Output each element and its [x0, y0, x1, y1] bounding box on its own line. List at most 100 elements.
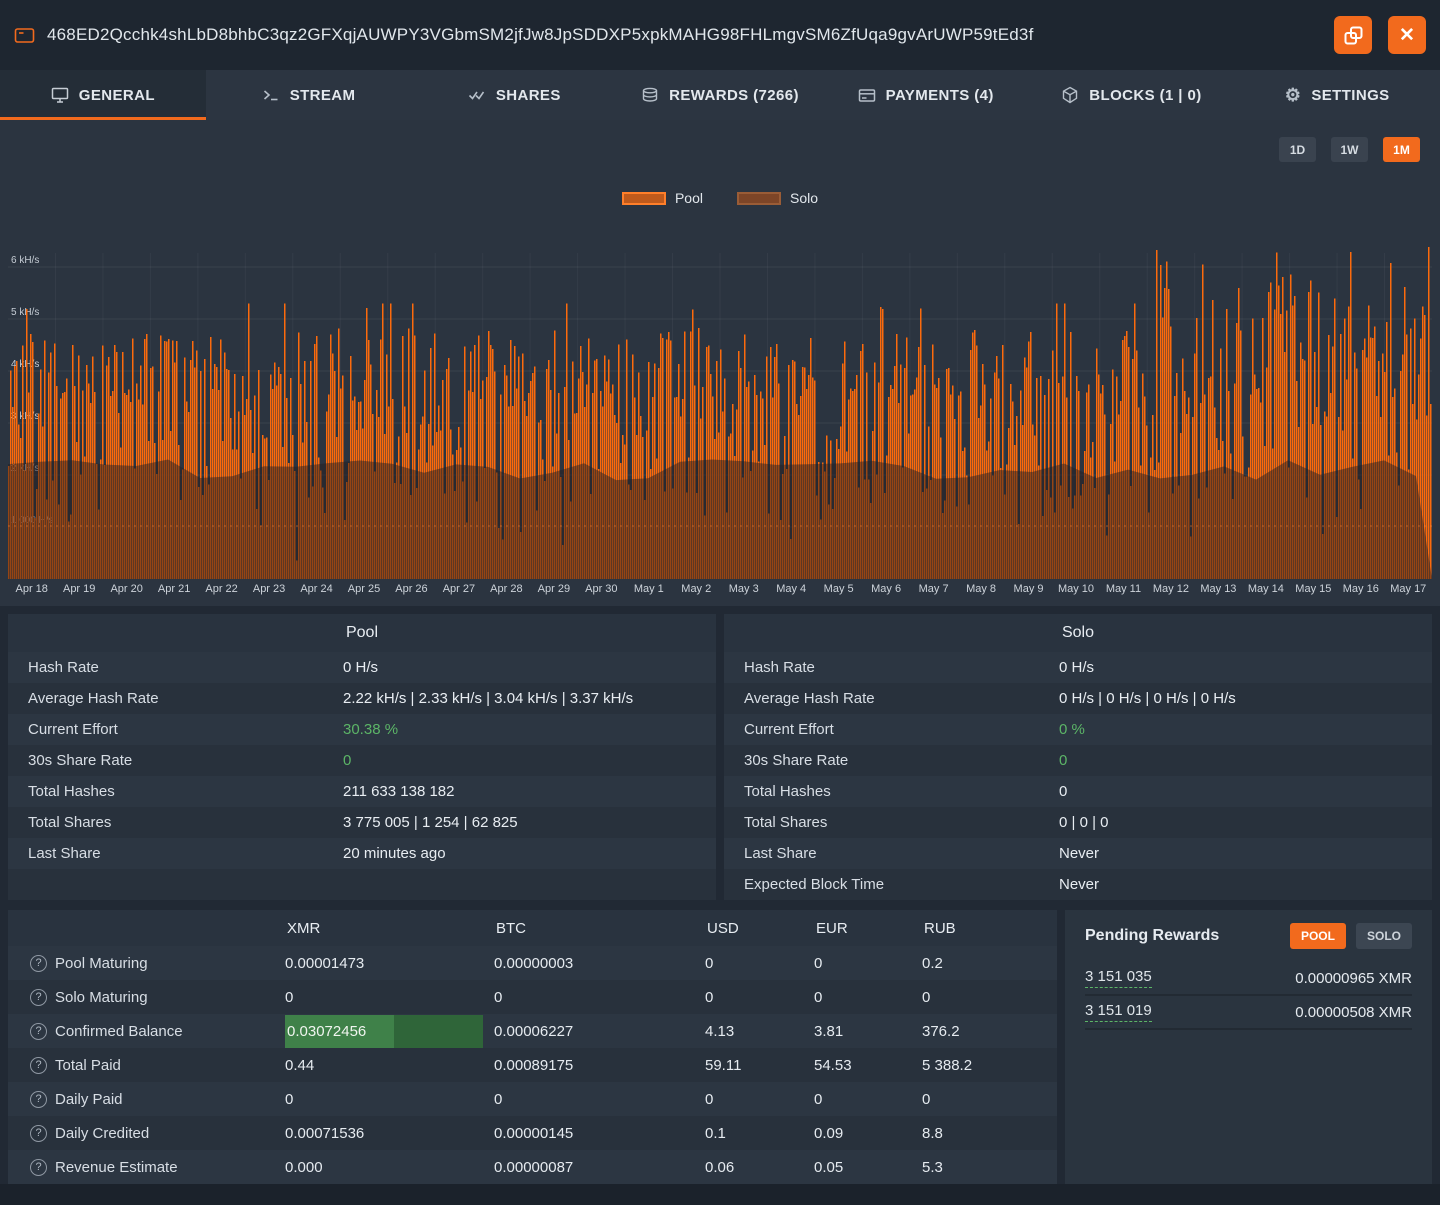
stat-value: 2.22 kH/s | 2.33 kH/s | 3.04 kH/s | 3.37…: [343, 690, 633, 707]
cell-btc: 0.00000003: [494, 955, 705, 972]
column-header-xmr: XMR: [285, 920, 494, 937]
hashrate-chart[interactable]: 6 kH/s5 kH/s4 kH/s3 kH/s2 kH/s1 000 H/s: [8, 235, 1432, 580]
tab-label: STREAM: [290, 87, 356, 104]
table-row-revenue-estimate: ?Revenue Estimate 0.000 0.00000087 0.06 …: [8, 1150, 1057, 1184]
cube-icon: [1061, 86, 1079, 104]
cell-usd: 0: [705, 1091, 814, 1108]
x-axis-label: May 15: [1295, 583, 1331, 595]
stat-label: Total Shares: [744, 814, 1059, 831]
cell-usd: 4.13: [705, 1023, 814, 1040]
balance-table-header: XMR BTC USD EUR RUB: [8, 910, 1057, 946]
legend-item-pool[interactable]: Pool: [622, 190, 703, 206]
stat-row-total-hashes: Total Hashes0: [724, 776, 1432, 807]
cell-rub: 5.3: [922, 1159, 1057, 1176]
cell-xmr: 0.00071536: [285, 1125, 494, 1142]
tab-label: PAYMENTS (4): [886, 87, 994, 104]
cell-xmr: 0: [285, 1091, 494, 1108]
pending-pool-button[interactable]: POOL: [1290, 923, 1346, 949]
hashrate-chart-svg: 6 kH/s5 kH/s4 kH/s3 kH/s2 kH/s1 000 H/s: [8, 235, 1432, 580]
cell-btc: 0.00006227: [494, 1023, 705, 1040]
help-icon[interactable]: ?: [30, 1057, 47, 1074]
tab-label: GENERAL: [79, 87, 155, 104]
stat-row-last-share: Last Share20 minutes ago: [8, 838, 716, 869]
tab-general[interactable]: GENERAL: [0, 70, 206, 120]
stat-value: 0 %: [1059, 721, 1085, 738]
stat-label: Last Share: [28, 845, 343, 862]
range-1d-button[interactable]: 1D: [1279, 137, 1316, 162]
legend-item-solo[interactable]: Solo: [737, 190, 818, 206]
cell-usd: 0.06: [705, 1159, 814, 1176]
cell-xmr: 0.00001473: [285, 955, 494, 972]
pending-rewards-header: Pending Rewards POOL SOLO: [1085, 910, 1412, 962]
stat-value: Never: [1059, 845, 1099, 862]
cell-eur: 0: [814, 1091, 922, 1108]
close-button[interactable]: ✕: [1388, 16, 1426, 54]
tab-payments[interactable]: PAYMENTS (4): [823, 70, 1029, 120]
column-header-btc: BTC: [494, 920, 705, 937]
chart-x-axis: Apr 18Apr 19Apr 20Apr 21Apr 22Apr 23Apr …: [8, 580, 1432, 602]
footer-bar: [0, 1184, 1440, 1205]
chart-legend: Pool Solo: [0, 188, 1440, 208]
stat-value: 0: [343, 752, 351, 769]
pending-amount: 0.00000965 XMR: [1295, 970, 1412, 987]
x-axis-label: May 1: [634, 583, 664, 595]
block-height-link[interactable]: 3 151 019: [1085, 1002, 1152, 1022]
tab-settings[interactable]: ⚙ SETTINGS: [1234, 70, 1440, 120]
table-row-daily-credited: ?Daily Credited 0.00071536 0.00000145 0.…: [8, 1116, 1057, 1150]
x-axis-label: Apr 23: [253, 583, 285, 595]
y-axis-label: 5 kH/s: [11, 307, 39, 318]
x-axis-label: Apr 24: [300, 583, 332, 595]
cell-xmr: 0.44: [285, 1057, 494, 1074]
tab-rewards[interactable]: REWARDS (7266): [617, 70, 823, 120]
stat-label: Average Hash Rate: [744, 690, 1059, 707]
row-label: Daily Credited: [55, 1125, 149, 1142]
stat-label: Hash Rate: [28, 659, 343, 676]
help-icon[interactable]: ?: [30, 955, 47, 972]
cell-btc: 0.00000087: [494, 1159, 705, 1176]
tab-shares[interactable]: SHARES: [411, 70, 617, 120]
tab-blocks[interactable]: BLOCKS (1 | 0): [1029, 70, 1235, 120]
copy-address-button[interactable]: [1334, 16, 1372, 54]
address-icon: [14, 26, 35, 45]
help-icon[interactable]: ?: [30, 1091, 47, 1108]
help-icon[interactable]: ?: [30, 1125, 47, 1142]
pool-stats-table: Pool Hash Rate0 H/s Average Hash Rate2.2…: [8, 614, 716, 900]
miner-dashboard: 468ED2Qcchk4shLbD8bhbC3qz2GFXqjAUWPY3VGb…: [0, 0, 1440, 1205]
help-icon[interactable]: ?: [30, 1023, 47, 1040]
table-row-total-paid: ?Total Paid 0.44 0.00089175 59.11 54.53 …: [8, 1048, 1057, 1082]
help-icon[interactable]: ?: [30, 989, 47, 1006]
cell-rub: 376.2: [922, 1023, 1057, 1040]
help-icon[interactable]: ?: [30, 1159, 47, 1176]
x-axis-label: Apr 26: [395, 583, 427, 595]
balance-table: XMR BTC USD EUR RUB ?Pool Maturing 0.000…: [8, 910, 1057, 1184]
pending-solo-button[interactable]: SOLO: [1356, 923, 1412, 949]
cell-usd: 0: [705, 955, 814, 972]
column-header-eur: EUR: [814, 920, 922, 937]
stat-label: Total Shares: [28, 814, 343, 831]
range-1m-button[interactable]: 1M: [1383, 137, 1420, 162]
cell-eur: 0.09: [814, 1125, 922, 1142]
x-axis-label: Apr 27: [443, 583, 475, 595]
coins-icon: [641, 87, 659, 104]
cell-rub: 0: [922, 989, 1057, 1006]
x-axis-label: May 2: [681, 583, 711, 595]
x-axis-label: May 11: [1106, 583, 1141, 595]
cell-xmr: 0: [285, 989, 494, 1006]
stat-value: 0 H/s | 0 H/s | 0 H/s | 0 H/s: [1059, 690, 1236, 707]
pending-rewards-panel: Pending Rewards POOL SOLO 3 151 035 0.00…: [1065, 910, 1432, 1184]
stat-row-hash-rate: Hash Rate0 H/s: [724, 652, 1432, 683]
stat-label: Average Hash Rate: [28, 690, 343, 707]
tab-stream[interactable]: STREAM: [206, 70, 412, 120]
pending-rewards-title: Pending Rewards: [1085, 927, 1280, 945]
stat-row-30s-share-rate: 30s Share Rate0: [8, 745, 716, 776]
x-axis-label: Apr 28: [490, 583, 522, 595]
range-1w-button[interactable]: 1W: [1331, 137, 1368, 162]
row-label: Daily Paid: [55, 1091, 123, 1108]
cell-usd: 0.1: [705, 1125, 814, 1142]
pool-stats-title: Pool: [8, 614, 716, 652]
stat-row-current-effort: Current Effort0 %: [724, 714, 1432, 745]
double-check-icon: [468, 87, 486, 103]
stat-value: 0: [1059, 752, 1067, 769]
stat-value: 211 633 138 182: [343, 783, 455, 800]
block-height-link[interactable]: 3 151 035: [1085, 968, 1152, 988]
